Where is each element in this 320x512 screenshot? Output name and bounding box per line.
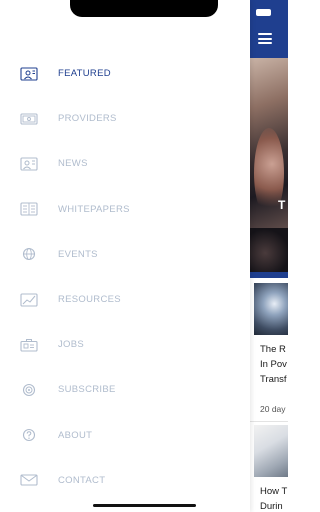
subscribe-icon <box>20 383 38 397</box>
menu-label: FEATURED <box>58 68 111 80</box>
background-app: T The R In Pov Transf 20 day How T Durin <box>250 0 288 512</box>
menu-label: PROVIDERS <box>58 113 117 125</box>
battery-icon <box>256 9 271 16</box>
menu-label: RESOURCES <box>58 294 121 306</box>
article-date: 20 day <box>260 404 286 414</box>
globe-icon <box>20 247 38 261</box>
menu-item-about[interactable]: ABOUT <box>0 413 250 458</box>
article-thumbnail[interactable] <box>254 425 288 477</box>
menu-label: CONTACT <box>58 474 106 486</box>
question-icon <box>20 428 38 442</box>
menu-label: WHITEPAPERS <box>58 203 130 215</box>
navigation-drawer: FEATURED PROVIDERS NEWS WHITEPAPERS EVEN <box>0 0 250 512</box>
featured-icon <box>20 67 38 81</box>
article-title[interactable]: The R In Pov Transf <box>260 342 288 387</box>
menu-item-jobs[interactable]: JOBS <box>0 322 250 367</box>
menu-item-featured[interactable]: FEATURED <box>0 51 250 96</box>
hamburger-icon[interactable] <box>258 33 272 44</box>
menu-label: SUBSCRIBE <box>58 384 116 396</box>
menu-item-whitepapers[interactable]: WHITEPAPERS <box>0 187 250 232</box>
whitepapers-icon <box>20 202 38 216</box>
menu-label: JOBS <box>58 339 85 351</box>
hero-overlay-text: T <box>278 198 286 212</box>
menu-label: ABOUT <box>58 429 93 441</box>
resources-icon <box>20 292 38 307</box>
home-indicator[interactable] <box>93 504 196 507</box>
app-header <box>250 0 288 58</box>
article-title[interactable]: How T Durin <box>260 484 288 512</box>
hero-image[interactable]: T <box>250 58 288 278</box>
hero-bottom-bar <box>250 272 288 278</box>
menu-item-providers[interactable]: PROVIDERS <box>0 96 250 141</box>
article-thumbnail[interactable] <box>254 283 288 335</box>
briefcase-icon <box>20 338 38 352</box>
news-icon <box>20 157 38 171</box>
menu-item-contact[interactable]: CONTACT <box>0 458 250 503</box>
divider <box>250 421 288 422</box>
menu-item-news[interactable]: NEWS <box>0 141 250 186</box>
drawer-menu: FEATURED PROVIDERS NEWS WHITEPAPERS EVEN <box>0 51 250 503</box>
menu-item-resources[interactable]: RESOURCES <box>0 277 250 322</box>
providers-icon <box>20 112 38 126</box>
menu-label: EVENTS <box>58 248 98 260</box>
menu-label: NEWS <box>58 158 88 170</box>
menu-item-events[interactable]: EVENTS <box>0 232 250 277</box>
envelope-icon <box>20 473 38 487</box>
menu-item-subscribe[interactable]: SUBSCRIBE <box>0 367 250 412</box>
device-notch <box>70 0 218 17</box>
